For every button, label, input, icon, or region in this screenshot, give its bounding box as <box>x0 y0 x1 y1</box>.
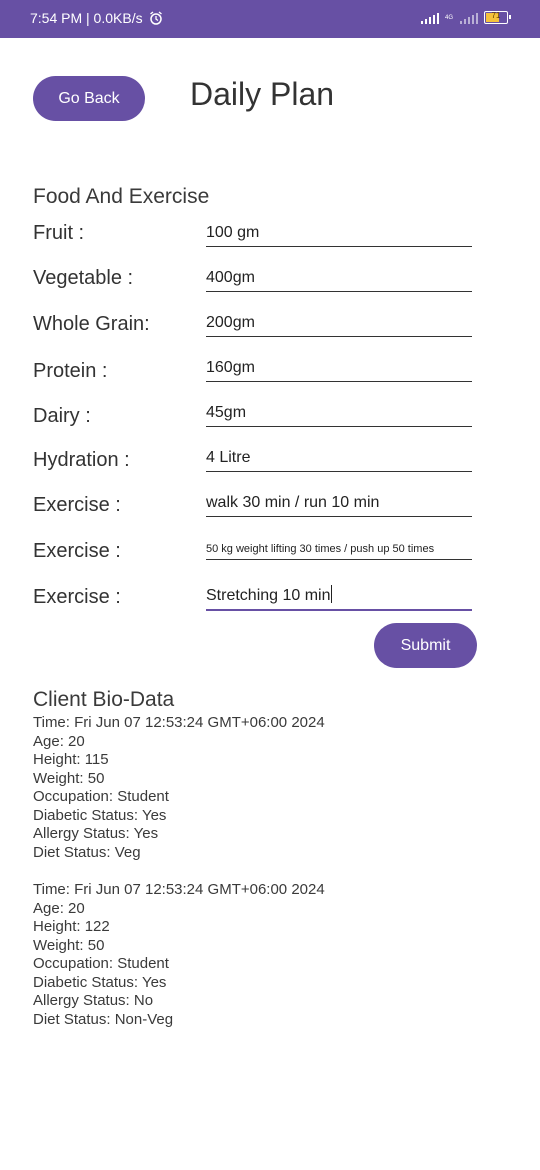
bio-allergy: Allergy Status: Yes <box>33 825 159 842</box>
bio-data-title: Client Bio-Data <box>33 688 175 711</box>
exercise-label-1: Exercise : <box>33 494 121 516</box>
bio-occupation: Occupation: Student <box>33 955 169 972</box>
bio-age: Age: 20 <box>33 899 85 917</box>
page-title: Daily Plan <box>190 76 335 112</box>
alarm-icon <box>149 11 162 25</box>
exercise-input-1[interactable]: walk 30 min / run 10 min <box>206 494 472 517</box>
dairy-input[interactable]: 45gm <box>206 404 472 427</box>
vegetable-input[interactable]: 400gm <box>206 269 472 292</box>
bio-occupation: Occupation: Student <box>33 788 169 805</box>
status-bar: 7:54 PM | 0.0KB/s 4G 71 <box>0 0 540 38</box>
status-time-network-speed: 7:54 PM | 0.0KB/s <box>30 10 143 26</box>
bio-diabetic: Diabetic Status: Yes <box>33 973 167 991</box>
battery-icon: 71 <box>484 11 511 24</box>
bio-height: Height: 122 <box>33 918 110 935</box>
text-cursor <box>330 585 332 603</box>
bio-weight: Weight: 50 <box>33 769 105 787</box>
submit-button[interactable]: Submit <box>374 623 477 668</box>
protein-label: Protein : <box>33 360 108 382</box>
protein-input[interactable]: 160gm <box>206 359 472 382</box>
status-right: 4G 71 <box>420 11 511 24</box>
exercise-input-3[interactable]: Stretching 10 min <box>206 585 472 611</box>
bio-record-1: Time: Fri Jun 07 12:53:24 GMT+06:00 2024… <box>33 714 325 862</box>
signal-icon <box>420 12 439 24</box>
battery-level: 71 <box>491 11 501 20</box>
bio-allergy: Allergy Status: No <box>33 992 154 1009</box>
dairy-label: Dairy : <box>33 405 91 427</box>
bio-time: Time: Fri Jun 07 12:53:24 GMT+06:00 2024 <box>33 881 325 898</box>
network-type-label: 4G <box>444 14 453 21</box>
hydration-label: Hydration : <box>33 449 130 471</box>
status-left: 7:54 PM | 0.0KB/s <box>30 10 163 26</box>
bio-height: Height: 115 <box>33 751 109 768</box>
whole-grain-input[interactable]: 200gm <box>206 314 472 337</box>
vegetable-label: Vegetable : <box>33 267 134 289</box>
bio-weight: Weight: 50 <box>33 936 105 954</box>
signal-secondary-icon <box>460 12 478 24</box>
fruit-input[interactable]: 100 gm <box>206 224 472 247</box>
bio-time: Time: Fri Jun 07 12:53:24 GMT+06:00 2024 <box>33 714 325 731</box>
hydration-input[interactable]: 4 Litre <box>206 449 472 472</box>
exercise-input-3-text: Stretching 10 min <box>206 587 331 604</box>
fruit-label: Fruit : <box>33 222 85 244</box>
bio-diabetic: Diabetic Status: Yes <box>33 806 167 824</box>
exercise-label-2: Exercise : <box>33 540 121 562</box>
food-exercise-title: Food And Exercise <box>33 185 210 208</box>
bio-age: Age: 20 <box>33 732 85 750</box>
go-back-button[interactable]: Go Back <box>33 76 145 121</box>
exercise-input-2[interactable]: 50 kg weight lifting 30 times / push up … <box>206 539 472 560</box>
exercise-label-3: Exercise : <box>33 586 121 608</box>
bio-record-2: Time: Fri Jun 07 12:53:24 GMT+06:00 2024… <box>33 881 325 1029</box>
bio-diet: Diet Status: Non-Veg <box>33 1010 174 1028</box>
whole-grain-label: Whole Grain: <box>33 313 150 335</box>
bio-diet: Diet Status: Veg <box>33 843 141 861</box>
